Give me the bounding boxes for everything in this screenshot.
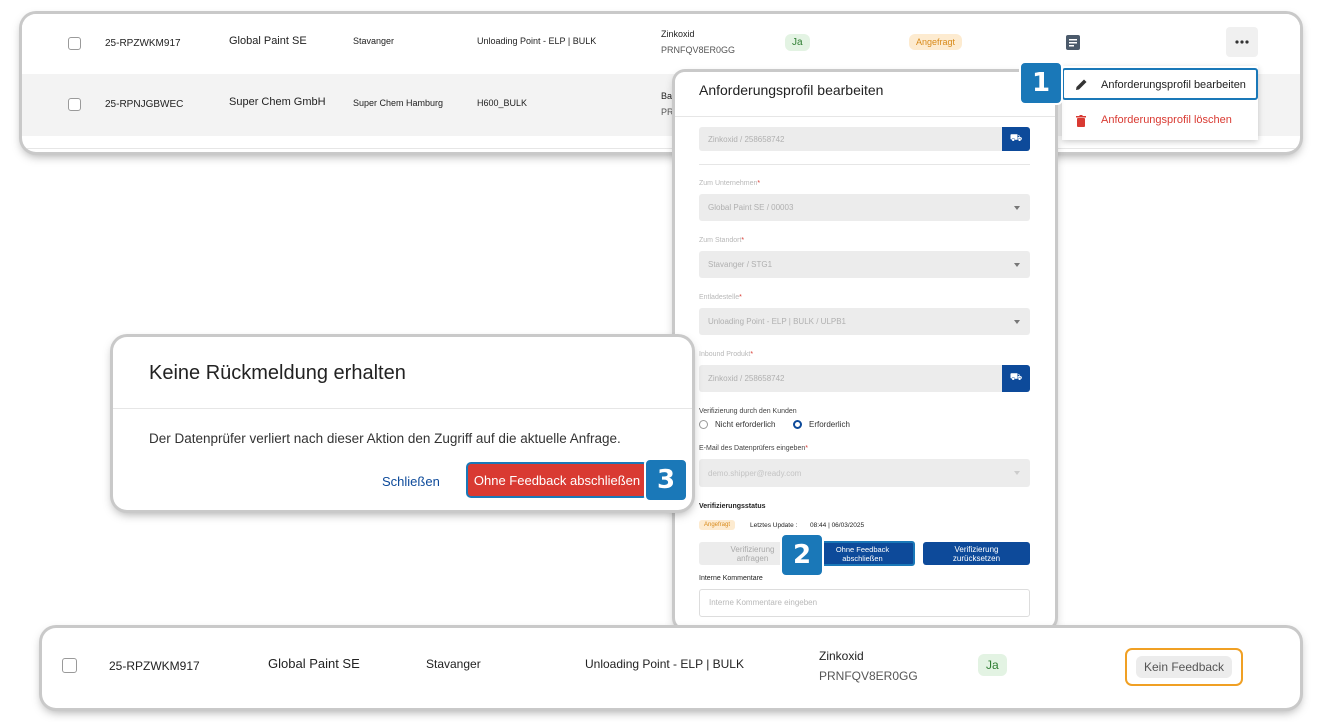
verification-badge: Ja bbox=[785, 34, 810, 51]
row-divider bbox=[22, 148, 1300, 149]
inbound-field[interactable]: Zinkoxid / 258658742 ⛟ bbox=[699, 365, 1030, 392]
inbound-label: Inbound Produkt* bbox=[699, 351, 754, 358]
reset-verification-line1: Verifizierung bbox=[954, 545, 999, 554]
row-checkbox[interactable] bbox=[68, 37, 81, 50]
menu-item-edit-label: Anforderungsprofil bearbeiten bbox=[1101, 79, 1246, 91]
table-row[interactable]: 25-RPZWKM917 Global Paint SE Stavanger U… bbox=[22, 14, 1300, 72]
finish-without-feedback-line2: abschließen bbox=[842, 554, 883, 563]
product-field-top[interactable]: Zinkoxid / 258658742 ⛟ bbox=[699, 127, 1030, 151]
dialog-close-button[interactable]: Schließen bbox=[382, 474, 440, 489]
product-field-top-value: Zinkoxid / 258658742 bbox=[708, 134, 785, 144]
row-product: Zinkoxid bbox=[661, 29, 695, 39]
last-update-label: Letztes Update : bbox=[750, 522, 798, 529]
chevron-down-icon bbox=[1014, 471, 1020, 475]
row-checkbox[interactable] bbox=[62, 658, 77, 673]
edit-profile-panel: Anforderungsprofil bearbeiten Zinkoxid /… bbox=[675, 72, 1055, 628]
row-location: Super Chem Hamburg bbox=[353, 98, 444, 108]
chevron-down-icon bbox=[1014, 262, 1020, 267]
row-product-code: PR bbox=[661, 107, 674, 117]
dialog-divider bbox=[113, 408, 692, 409]
divider bbox=[699, 164, 1030, 165]
note-icon[interactable] bbox=[1066, 35, 1080, 50]
radio-not-required-label: Nicht erforderlich bbox=[715, 420, 776, 429]
menu-item-delete-label: Anforderungsprofil löschen bbox=[1101, 114, 1232, 126]
site-select[interactable]: Stavanger / STG1 bbox=[699, 251, 1030, 278]
finish-without-feedback-line1: Ohne Feedback bbox=[835, 545, 890, 554]
truck-icon[interactable]: ⛟ bbox=[1002, 365, 1030, 392]
status-badge: Angefragt bbox=[699, 520, 736, 530]
reset-verification-line2: zurücksetzen bbox=[952, 554, 1001, 563]
unloading-select[interactable]: Unloading Point - ELP | BULK / ULPB1 bbox=[699, 308, 1030, 335]
chevron-down-icon bbox=[1014, 319, 1020, 324]
status-badge: Kein Feedback bbox=[1136, 656, 1233, 678]
email-label: E-Mail des Datenprüfers eingeben* bbox=[699, 445, 808, 452]
status-badge: Angefragt bbox=[909, 34, 963, 50]
comments-label: Interne Kommentare bbox=[699, 575, 763, 582]
step-badge-2: 2 bbox=[780, 533, 824, 577]
finish-without-feedback-button[interactable]: Ohne Feedback abschließen bbox=[810, 541, 915, 566]
company-select[interactable]: Global Paint SE / 00003 bbox=[699, 194, 1030, 221]
step-badge-1: 1 bbox=[1019, 61, 1063, 105]
reset-verification-button[interactable]: Verifizierung zurücksetzen bbox=[923, 542, 1030, 565]
row-product-code: PRNFQV8ER0GG bbox=[661, 45, 736, 55]
inbound-field-value: Zinkoxid / 258658742 bbox=[708, 374, 785, 383]
unloading-label: Entladestelle* bbox=[699, 294, 742, 301]
site-select-value: Stavanger / STG1 bbox=[708, 260, 773, 269]
dialog-title: Keine Rückmeldung erhalten bbox=[149, 362, 406, 384]
bottom-table-card: 25-RPZWKM917 Global Paint SE Stavanger U… bbox=[42, 628, 1300, 708]
company-select-value: Global Paint SE / 00003 bbox=[708, 203, 794, 212]
verification-status-label: Verifizierungsstatus bbox=[699, 503, 766, 510]
comments-placeholder: Interne Kommentare eingeben bbox=[709, 598, 818, 607]
last-update-value: 08:44 | 06/03/2025 bbox=[810, 522, 865, 529]
menu-item-delete[interactable]: Anforderungsprofil löschen bbox=[1062, 106, 1258, 136]
row-unloading: Unloading Point - ELP | BULK bbox=[477, 36, 597, 46]
panel-scroll-area: Zinkoxid / 258658742 ⛟ Zum Unternehmen* … bbox=[675, 117, 1055, 628]
row-company: Global Paint SE bbox=[268, 656, 360, 671]
radio-not-required[interactable] bbox=[699, 420, 708, 429]
no-feedback-dialog: Keine Rückmeldung erhalten Der Datenprüf… bbox=[113, 337, 692, 510]
step-badge-3: 3 bbox=[644, 458, 688, 502]
row-unloading: H600_BULK bbox=[477, 98, 528, 108]
site-label: Zum Standort* bbox=[699, 237, 745, 244]
trash-icon bbox=[1076, 114, 1086, 132]
dialog-confirm-button[interactable]: Ohne Feedback abschließen bbox=[466, 462, 648, 498]
row-unloading: Unloading Point - ELP | BULK bbox=[585, 657, 744, 671]
dialog-body: Der Datenprüfer verliert nach dieser Akt… bbox=[149, 431, 621, 446]
company-label: Zum Unternehmen* bbox=[699, 180, 761, 187]
panel-title: Anforderungsprofil bearbeiten bbox=[699, 82, 884, 98]
row-id: 25-RPZWKM917 bbox=[105, 38, 181, 49]
email-field[interactable]: demo.shipper@ready.com bbox=[699, 459, 1030, 487]
context-menu: Anforderungsprofil bearbeiten Anforderun… bbox=[1062, 66, 1258, 140]
row-location: Stavanger bbox=[353, 36, 395, 46]
row-checkbox[interactable] bbox=[68, 98, 81, 111]
chevron-down-icon bbox=[1014, 205, 1020, 210]
truck-icon[interactable]: ⛟ bbox=[1002, 127, 1030, 151]
comments-input[interactable]: Interne Kommentare eingeben bbox=[699, 589, 1030, 617]
row-location: Stavanger bbox=[426, 657, 481, 671]
row-company: Global Paint SE bbox=[229, 35, 307, 47]
row-product-code: PRNFQV8ER0GG bbox=[819, 669, 918, 683]
table-row[interactable]: 25-RPZWKM917 Global Paint SE Stavanger U… bbox=[42, 628, 1300, 708]
verification-badge: Ja bbox=[978, 654, 1007, 676]
row-product: Zinkoxid bbox=[819, 649, 864, 663]
radio-required[interactable] bbox=[793, 420, 802, 429]
radio-required-label: Erforderlich bbox=[809, 420, 850, 429]
row-company: Super Chem GmbH bbox=[229, 96, 326, 108]
dialog-confirm-label: Ohne Feedback abschließen bbox=[473, 472, 641, 488]
email-field-value: demo.shipper@ready.com bbox=[708, 468, 802, 478]
unloading-select-value: Unloading Point - ELP | BULK / ULPB1 bbox=[708, 317, 847, 326]
customer-verification-label: Verifizierung durch den Kunden bbox=[699, 408, 797, 415]
more-horizontal-icon[interactable] bbox=[1226, 27, 1258, 57]
panel-header: Anforderungsprofil bearbeiten bbox=[675, 72, 1055, 117]
menu-item-edit[interactable]: Anforderungsprofil bearbeiten bbox=[1062, 68, 1258, 100]
row-id: 25-RPZWKM917 bbox=[109, 659, 200, 673]
pencil-icon bbox=[1075, 78, 1088, 96]
row-id: 25-RPNJGBWEC bbox=[105, 99, 184, 110]
